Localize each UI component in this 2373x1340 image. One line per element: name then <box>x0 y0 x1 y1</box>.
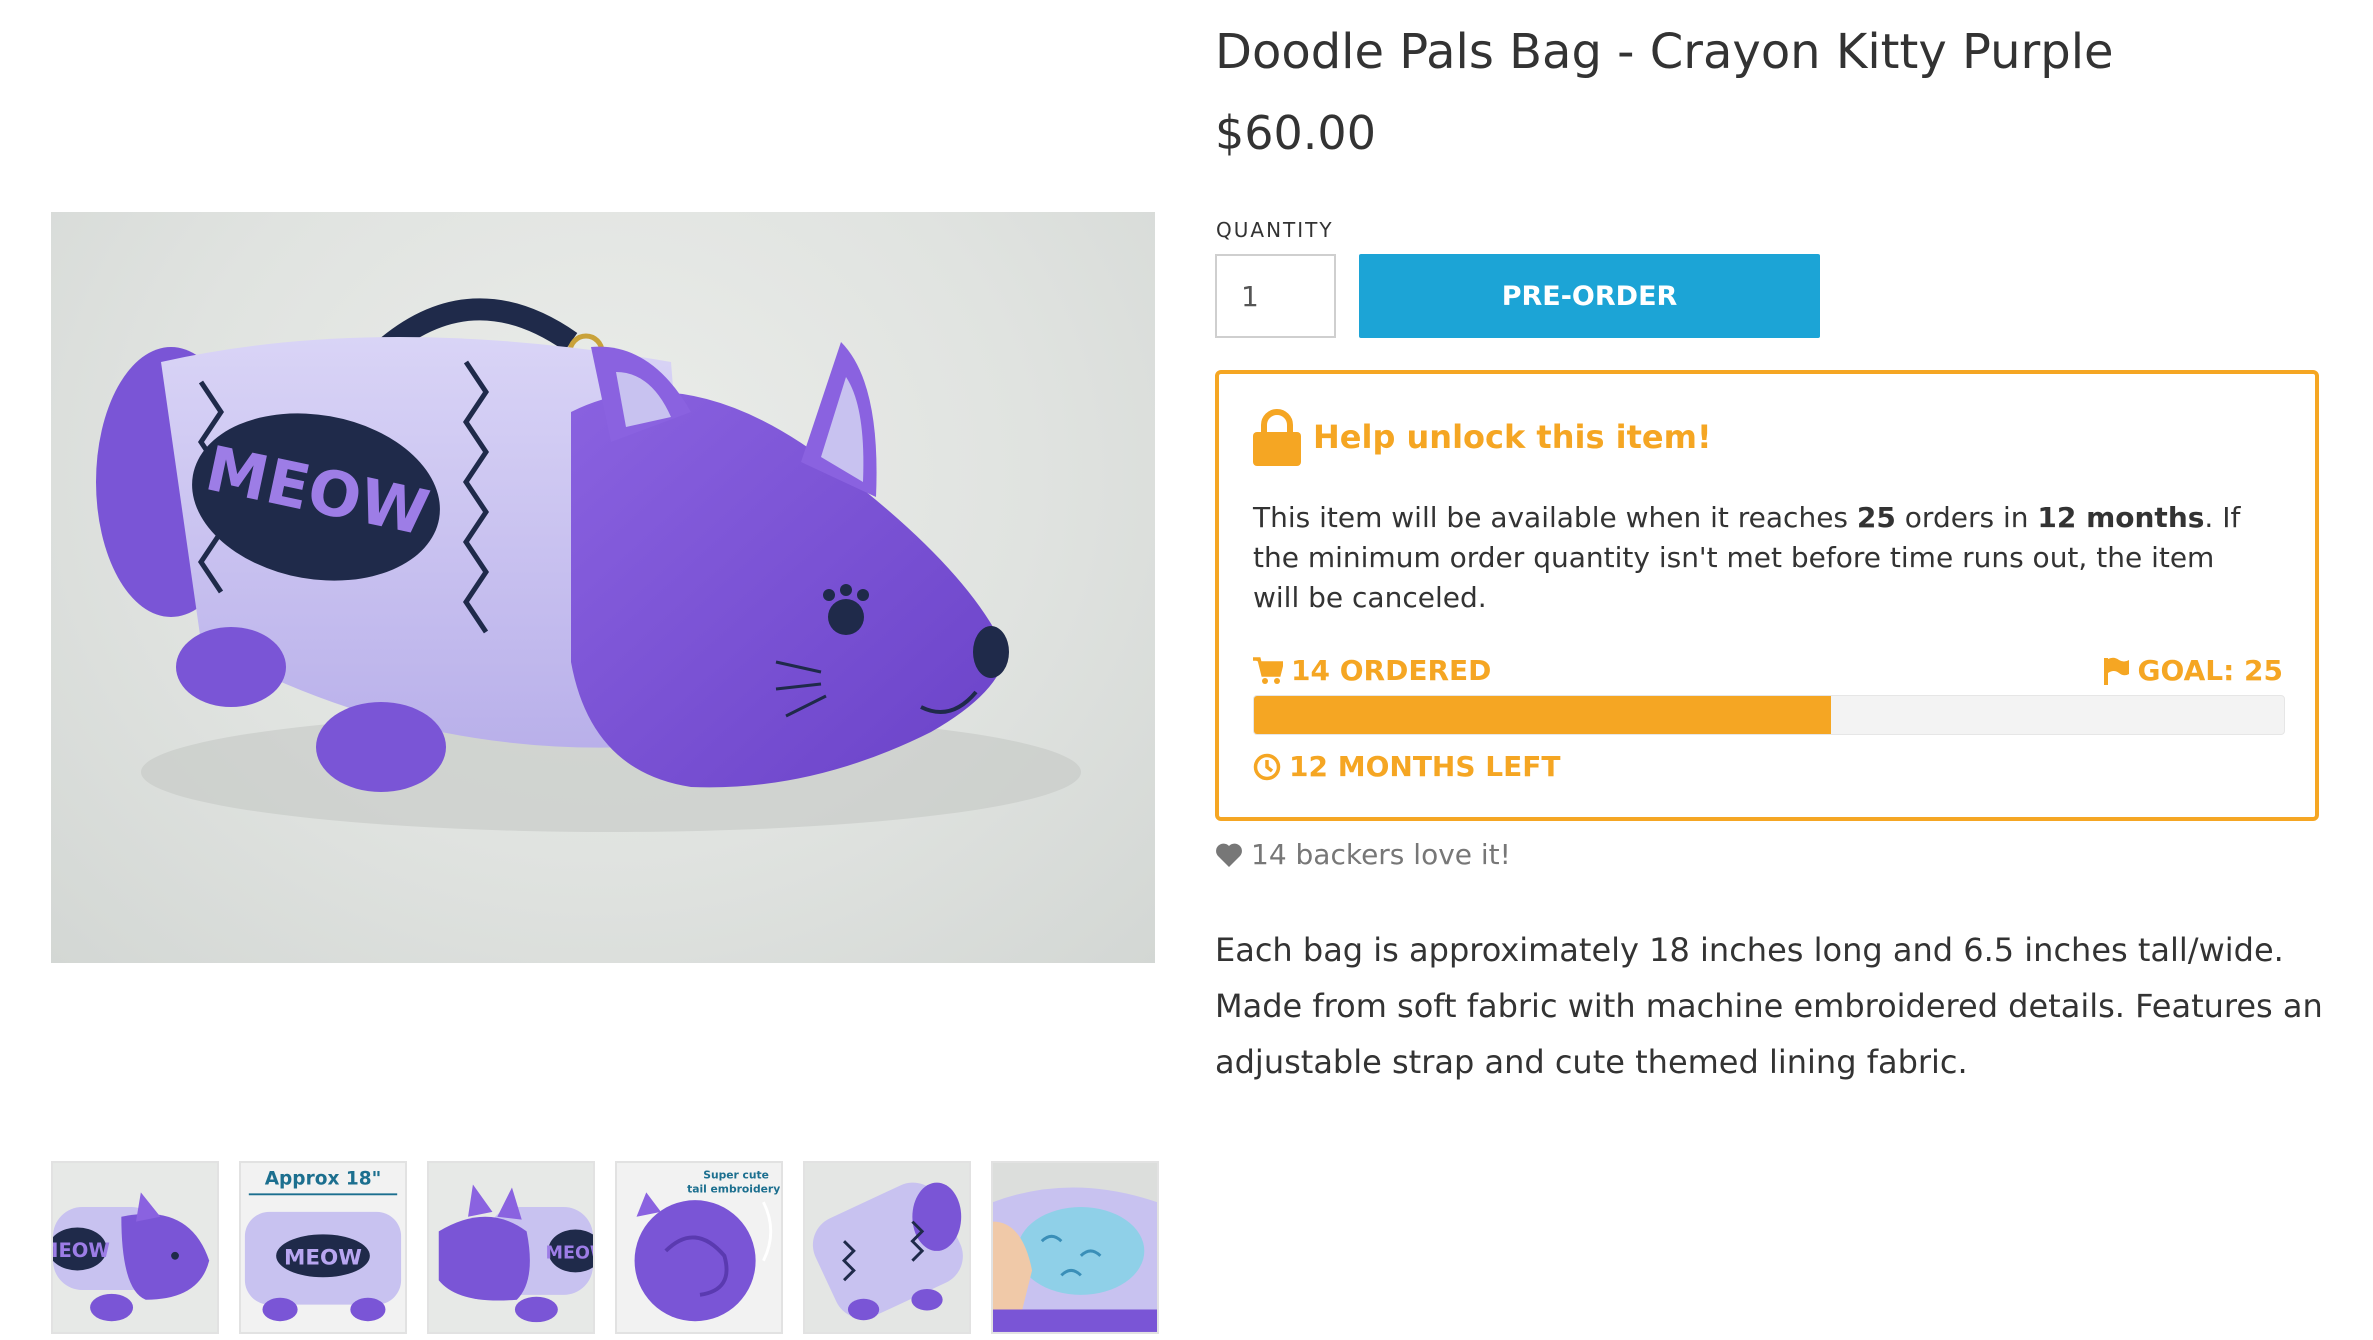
backers-label: 14 backers love it! <box>1251 838 1511 871</box>
thumbnail-text: MEOW <box>284 1246 362 1271</box>
quantity-label: QUANTITY <box>1216 218 1334 242</box>
product-description: Each bag is approximately 18 inches long… <box>1215 931 2323 1081</box>
thumbnail-front-image: MEOW <box>53 1163 217 1332</box>
cart-icon <box>1253 656 1283 684</box>
thumbnail-caption: tail embroidery! <box>687 1182 781 1195</box>
goal-label: GOAL: 25 <box>2137 654 2283 687</box>
product-title: Doodle Pals Bag - Crayon Kitty Purple <box>1215 24 2114 80</box>
thumbnail-6[interactable] <box>991 1161 1159 1334</box>
thumbnail-3[interactable]: MEOW <box>427 1161 595 1334</box>
unlock-desc-text: This item will be available when it reac… <box>1253 501 1857 534</box>
goal-count: GOAL: 25 <box>2102 654 2283 687</box>
thumbnail-4[interactable]: Super cute tail embroidery! <box>615 1161 783 1334</box>
thumbnail-2[interactable]: Approx 18" MEOW <box>239 1161 407 1334</box>
heart-icon[interactable] <box>1215 842 1243 868</box>
flag-icon <box>2103 657 2129 685</box>
lock-icon <box>1253 409 1301 466</box>
thumbnail-side-image: MEOW <box>429 1163 593 1332</box>
pre-order-button[interactable]: PRE-ORDER <box>1359 254 1820 338</box>
unlock-duration: 12 months <box>2037 501 2205 534</box>
unlock-title: Help unlock this item! <box>1313 418 1712 456</box>
thumbnail-lining-image <box>993 1163 1157 1332</box>
unlock-campaign-box: Help unlock this item! This item will be… <box>1215 370 2319 821</box>
thumbnail-caption: Super cute <box>703 1169 769 1182</box>
thumbnail-5[interactable] <box>803 1161 971 1334</box>
time-left: 12 MONTHS LEFT <box>1253 750 1560 783</box>
unlock-header: Help unlock this item! <box>1251 408 1712 466</box>
thumbnail-caption: Approx 18" <box>265 1169 382 1190</box>
unlock-description: This item will be available when it reac… <box>1253 498 2253 618</box>
backers-love: 14 backers love it! <box>1215 838 1511 871</box>
unlock-progress-bar <box>1253 695 2285 735</box>
thumbnail-text: MEOW <box>545 1244 593 1264</box>
thumbnail-size-image: Approx 18" MEOW <box>241 1163 405 1332</box>
thumbnail-1[interactable]: MEOW <box>51 1161 219 1334</box>
crayon-kitty-photo: MEOW <box>96 298 1081 832</box>
product-price: $60.00 <box>1215 106 1376 160</box>
unlock-desc-text: orders in <box>1895 501 2038 534</box>
ordered-label: 14 ORDERED <box>1291 654 1492 687</box>
quantity-input[interactable] <box>1215 254 1336 338</box>
thumbnail-text: MEOW <box>53 1239 110 1262</box>
unlock-goal-number: 25 <box>1856 501 1896 534</box>
time-left-label: 12 MONTHS LEFT <box>1289 750 1561 783</box>
thumbnail-bottom-image <box>805 1163 969 1332</box>
clock-icon <box>1253 753 1281 780</box>
ordered-count: 14 ORDERED <box>1253 654 1491 687</box>
unlock-progress-fill <box>1254 696 1831 734</box>
thumbnail-tail-image: Super cute tail embroidery! <box>617 1163 781 1332</box>
product-main-image[interactable]: MEOW <box>51 212 1155 963</box>
